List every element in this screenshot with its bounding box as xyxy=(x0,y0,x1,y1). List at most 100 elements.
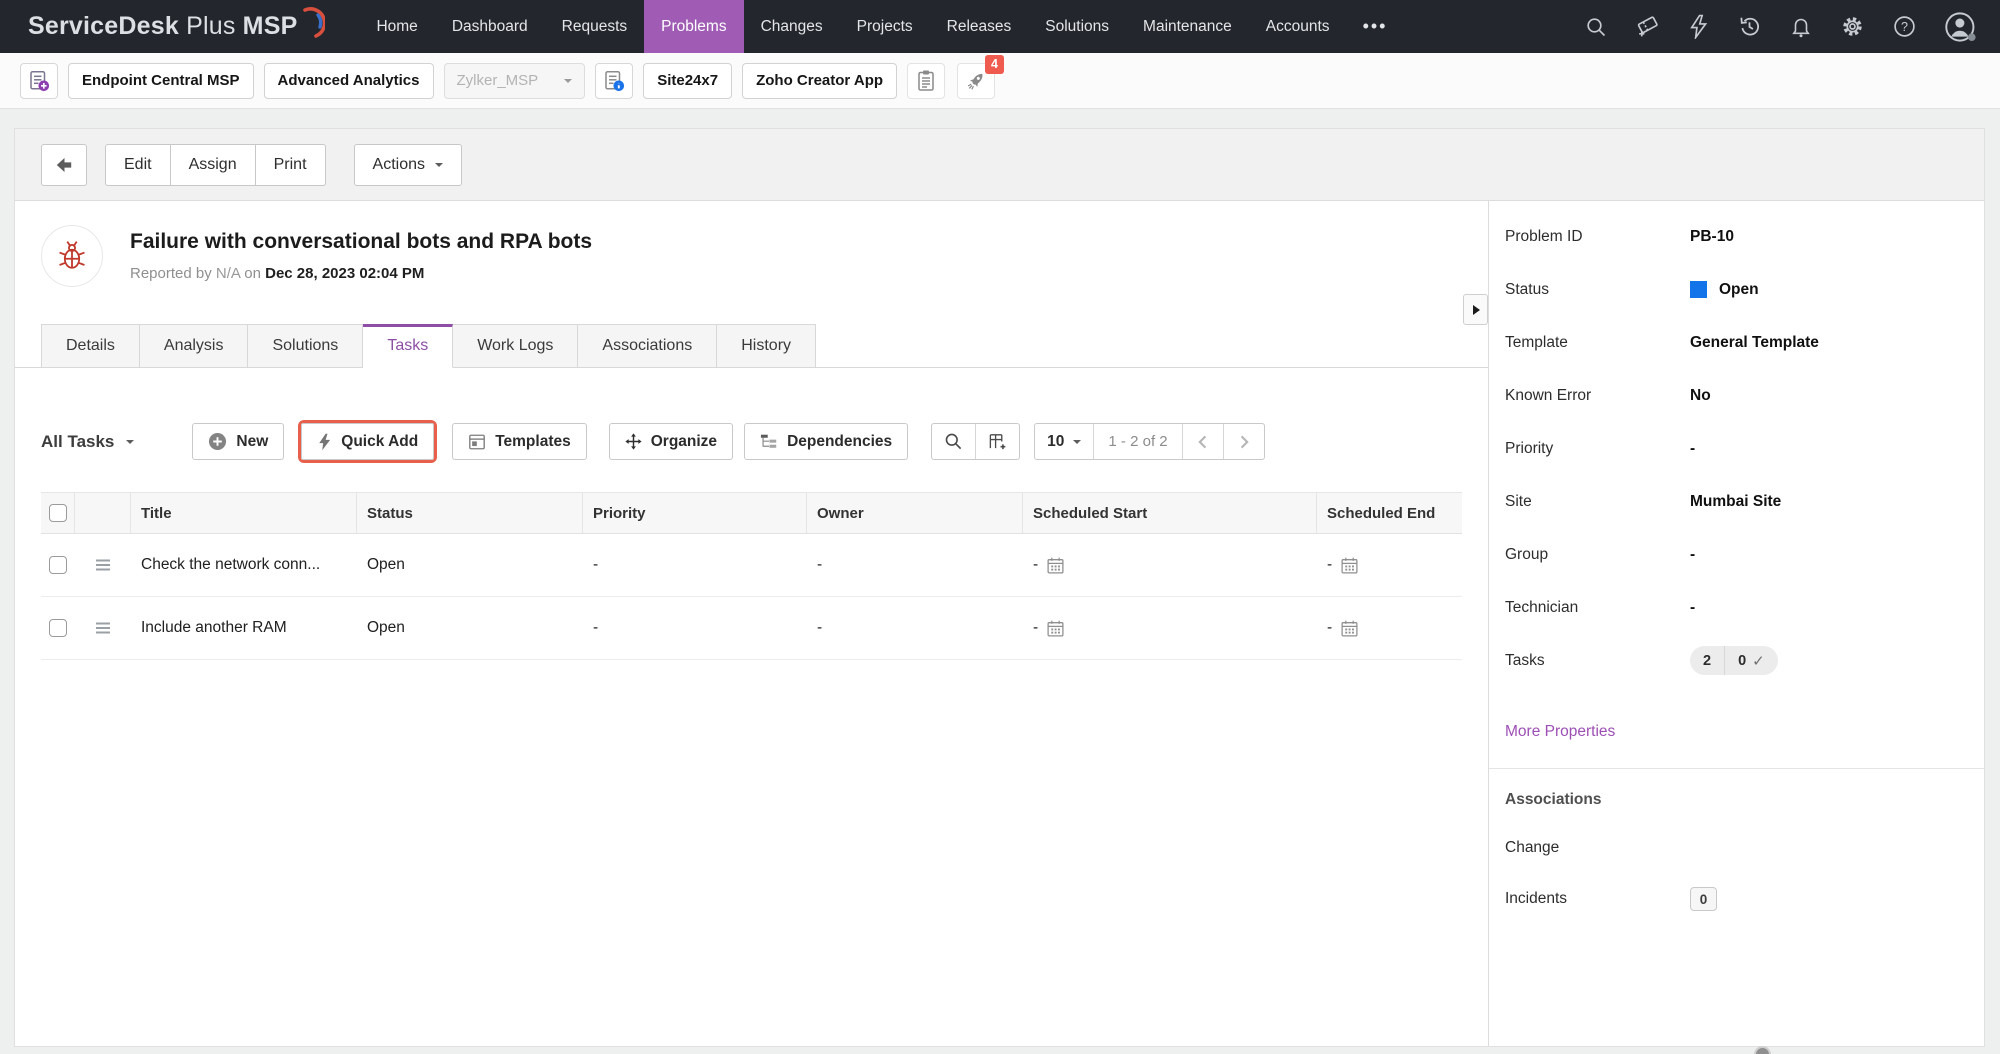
calendar-icon[interactable] xyxy=(1340,619,1359,638)
chevron-left-icon xyxy=(1195,434,1211,450)
tab-history[interactable]: History xyxy=(717,324,816,368)
calendar-icon[interactable] xyxy=(1046,556,1065,575)
incidents-count-badge[interactable]: 0 xyxy=(1690,887,1717,911)
organize-button[interactable]: Organize xyxy=(609,423,733,460)
chevron-down-icon xyxy=(126,440,134,448)
property-technician: Technician - xyxy=(1505,591,1968,624)
organize-label: Organize xyxy=(651,433,717,451)
tab-analysis[interactable]: Analysis xyxy=(140,324,249,368)
account-dropdown-value: Zylker_MSP xyxy=(457,72,539,89)
calendar-icon[interactable] xyxy=(1340,556,1359,575)
document-info-icon xyxy=(603,70,625,92)
tab-solutions[interactable]: Solutions xyxy=(248,324,363,368)
help-icon[interactable]: ? xyxy=(1892,14,1917,39)
search-icon[interactable] xyxy=(1584,15,1608,39)
drag-handle-icon[interactable] xyxy=(95,558,111,572)
dependencies-button[interactable]: Dependencies xyxy=(744,423,908,460)
task-priority: - xyxy=(583,556,807,574)
nav-item-home[interactable]: Home xyxy=(359,0,434,53)
reported-by-label: Reported by xyxy=(130,265,212,282)
notifications-bell-icon[interactable] xyxy=(1789,14,1813,39)
history-icon[interactable] xyxy=(1737,14,1762,39)
add-ticket-icon[interactable] xyxy=(1635,14,1660,39)
quick-add-annotation: Quick Add xyxy=(298,420,437,463)
tasks-completed-count: 0 xyxy=(1738,653,1746,669)
new-task-button[interactable]: New xyxy=(192,423,284,460)
lightning-icon[interactable] xyxy=(1687,14,1710,39)
tasks-table-header: Title Status Priority Owner Scheduled St… xyxy=(41,493,1462,534)
nav-item-projects[interactable]: Projects xyxy=(840,0,930,53)
plus-circle-icon xyxy=(208,432,227,451)
search-tasks-button[interactable] xyxy=(932,424,975,459)
tab-associations[interactable]: Associations xyxy=(578,324,717,368)
table-row: Include another RAM Open - - - xyxy=(41,597,1462,660)
page-size-dropdown[interactable]: 10 xyxy=(1035,424,1093,459)
more-menu-icon[interactable]: ••• xyxy=(1347,0,1404,53)
calendar-icon[interactable] xyxy=(1046,619,1065,638)
endpoint-central-button[interactable]: Endpoint Central MSP xyxy=(68,63,254,99)
property-value: PB-10 xyxy=(1690,228,1734,246)
tasks-count-pill[interactable]: 2 0 ✓ xyxy=(1690,646,1778,675)
nav-item-changes[interactable]: Changes xyxy=(744,0,840,53)
nav-item-accounts[interactable]: Accounts xyxy=(1249,0,1347,53)
more-properties-link[interactable]: More Properties xyxy=(1505,723,1615,741)
task-filter-dropdown[interactable]: All Tasks xyxy=(41,432,134,452)
settings-gear-icon[interactable] xyxy=(1840,14,1865,39)
sidebar-collapse-button[interactable] xyxy=(1463,294,1488,325)
page-size-value: 10 xyxy=(1047,433,1064,451)
nav-item-solutions[interactable]: Solutions xyxy=(1028,0,1126,53)
associations-heading: Associations xyxy=(1505,791,1968,809)
tab-details[interactable]: Details xyxy=(41,324,140,368)
quick-add-button[interactable]: Quick Add xyxy=(301,423,434,460)
select-all-checkbox[interactable] xyxy=(49,504,67,522)
main-menu: Home Dashboard Requests Problems Changes… xyxy=(359,0,1403,53)
back-button[interactable] xyxy=(41,144,87,186)
nav-item-requests[interactable]: Requests xyxy=(545,0,644,53)
advanced-analytics-button[interactable]: Advanced Analytics xyxy=(264,63,434,99)
problem-detail-card: Edit Assign Print Actions xyxy=(14,128,1985,1047)
lightning-icon xyxy=(317,433,332,451)
clipboard-button[interactable] xyxy=(907,63,945,99)
previous-page-button[interactable] xyxy=(1182,424,1223,459)
nav-item-maintenance[interactable]: Maintenance xyxy=(1126,0,1249,53)
chevron-down-icon xyxy=(564,79,572,87)
dependencies-label: Dependencies xyxy=(787,433,892,451)
add-request-button[interactable] xyxy=(20,63,58,99)
tab-work-logs[interactable]: Work Logs xyxy=(453,324,578,368)
task-title-link[interactable]: Include another RAM xyxy=(141,619,287,637)
site24x7-button[interactable]: Site24x7 xyxy=(643,63,732,99)
property-value: - xyxy=(1690,599,1695,617)
nav-item-dashboard[interactable]: Dashboard xyxy=(435,0,545,53)
tab-tasks[interactable]: Tasks xyxy=(363,324,453,368)
whats-new-button[interactable]: 4 xyxy=(957,63,995,99)
actions-dropdown-button[interactable]: Actions xyxy=(354,144,462,186)
account-dropdown[interactable]: Zylker_MSP xyxy=(444,63,586,99)
templates-button[interactable]: Templates xyxy=(452,423,587,460)
brand-logo[interactable]: ServiceDesk Plus MSP xyxy=(28,12,325,42)
task-title-link[interactable]: Check the network conn... xyxy=(141,556,320,574)
print-button[interactable]: Print xyxy=(256,144,326,186)
on-label: on xyxy=(244,265,261,282)
property-priority: Priority - xyxy=(1505,432,1968,465)
assign-button[interactable]: Assign xyxy=(171,144,256,186)
edit-button[interactable]: Edit xyxy=(105,144,171,186)
property-group: Group - xyxy=(1505,538,1968,571)
quick-add-label: Quick Add xyxy=(341,433,418,451)
row-checkbox[interactable] xyxy=(49,619,67,637)
move-arrows-icon xyxy=(625,433,642,450)
nav-item-problems[interactable]: Problems xyxy=(644,0,743,53)
problem-header: Failure with conversational bots and RPA… xyxy=(41,225,1462,287)
problem-tabs: Details Analysis Solutions Tasks Work Lo… xyxy=(15,324,1488,368)
row-checkbox[interactable] xyxy=(49,556,67,574)
add-column-button[interactable] xyxy=(975,424,1019,459)
chevron-down-icon xyxy=(435,163,443,171)
drag-handle-icon[interactable] xyxy=(95,621,111,635)
reported-line: Reported by N/A on Dec 28, 2023 02:04 PM xyxy=(130,265,592,282)
account-info-button[interactable] xyxy=(595,63,633,99)
zoho-creator-button[interactable]: Zoho Creator App xyxy=(742,63,897,99)
user-avatar[interactable] xyxy=(1944,11,1978,43)
add-column-icon xyxy=(988,432,1007,451)
nav-item-releases[interactable]: Releases xyxy=(930,0,1029,53)
property-site: Site Mumbai Site xyxy=(1505,485,1968,518)
next-page-button[interactable] xyxy=(1223,424,1264,459)
